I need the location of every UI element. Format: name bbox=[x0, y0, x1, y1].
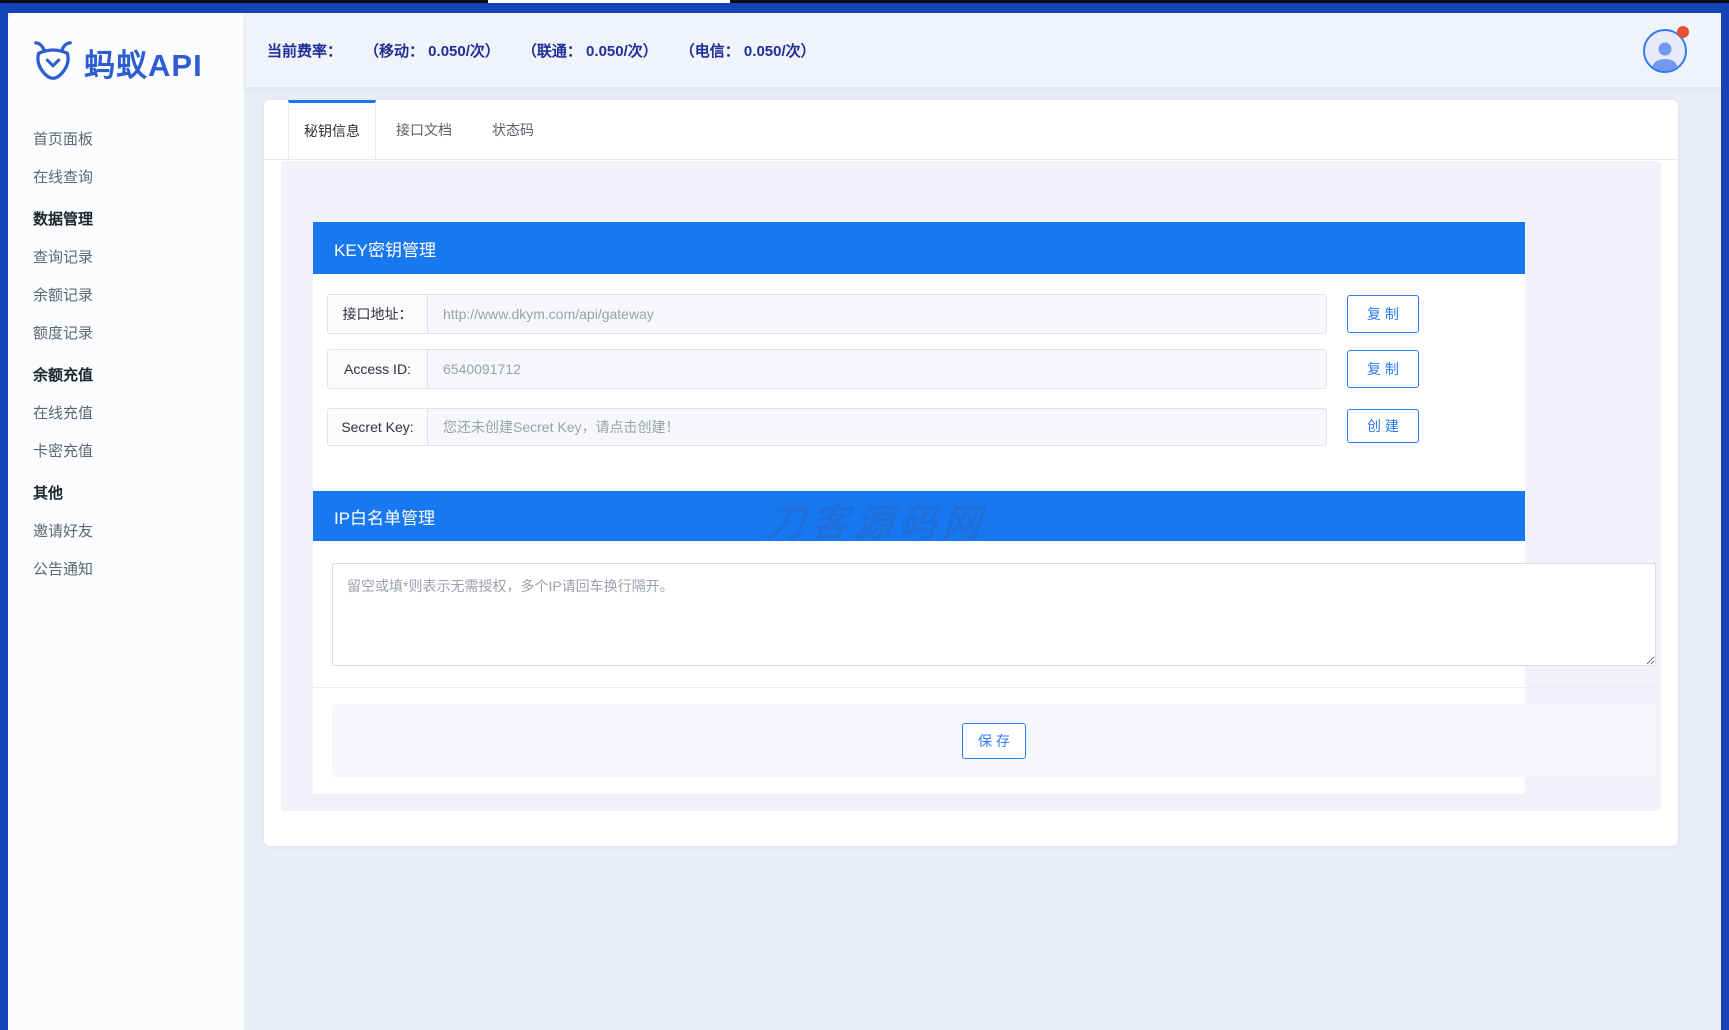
tab-api-docs[interactable]: 接口文档 bbox=[376, 100, 472, 159]
ip-whitelist-header: IP白名单管理 bbox=[313, 491, 1525, 541]
key-management-header: KEY密钥管理 bbox=[313, 222, 1525, 274]
main-card: 秘钥信息 接口文档 状态码 KEY密钥管理 接口地址： http://www.d… bbox=[264, 100, 1678, 846]
frame-left-bar bbox=[0, 13, 8, 1030]
ip-whitelist-textarea[interactable] bbox=[332, 563, 1656, 666]
notification-badge-dot bbox=[1677, 26, 1689, 38]
access-id-field[interactable]: 6540091712 bbox=[427, 349, 1327, 389]
current-rates: 当前费率： （移动： 0.050/次） （联通： 0.050/次） （电信： 0… bbox=[245, 40, 816, 61]
sidebar-nav: 首页面板 在线查询 数据管理 查询记录 余额记录 额度记录 余额充值 在线充值 … bbox=[8, 121, 244, 589]
access-id-row: Access ID: 6540091712 bbox=[327, 349, 1327, 389]
sidebar-item-dashboard[interactable]: 首页面板 bbox=[8, 121, 244, 159]
sidebar-item-query-records[interactable]: 查询记录 bbox=[8, 239, 244, 277]
sidebar-heading-other: 其他 bbox=[8, 475, 244, 513]
key-management-panel: KEY密钥管理 接口地址： http://www.dkym.com/api/ga… bbox=[313, 274, 1525, 519]
api-url-label: 接口地址： bbox=[327, 294, 427, 334]
sidebar-heading-balance-recharge: 余额充值 bbox=[8, 357, 244, 395]
create-secret-key-button[interactable]: 创 建 bbox=[1347, 409, 1419, 443]
save-button[interactable]: 保 存 bbox=[962, 723, 1026, 759]
user-avatar-wrap bbox=[1643, 29, 1687, 73]
sidebar: 蚂蚁API 首页面板 在线查询 数据管理 查询记录 余额记录 额度记录 余额充值… bbox=[8, 13, 245, 1030]
frame-top-bar bbox=[0, 3, 1729, 13]
copy-access-id-button[interactable]: 复 制 bbox=[1347, 350, 1419, 388]
secret-key-field[interactable]: 您还未创建Secret Key，请点击创建！ bbox=[427, 408, 1327, 446]
tab-content-area: KEY密钥管理 接口地址： http://www.dkym.com/api/ga… bbox=[281, 161, 1661, 811]
sidebar-item-card-recharge[interactable]: 卡密充值 bbox=[8, 433, 244, 471]
tab-key-info[interactable]: 秘钥信息 bbox=[288, 100, 376, 159]
rate-unicom: （联通： 0.050/次） bbox=[522, 40, 658, 61]
secret-key-label: Secret Key: bbox=[327, 408, 427, 446]
api-url-row: 接口地址： http://www.dkym.com/api/gateway bbox=[327, 294, 1327, 334]
access-id-label: Access ID: bbox=[327, 349, 427, 389]
sidebar-item-online-query[interactable]: 在线查询 bbox=[8, 159, 244, 197]
sidebar-item-online-recharge[interactable]: 在线充值 bbox=[8, 395, 244, 433]
sidebar-item-quota-records[interactable]: 额度记录 bbox=[8, 315, 244, 353]
frame-right-bar bbox=[1721, 13, 1729, 1030]
tab-bar: 秘钥信息 接口文档 状态码 bbox=[264, 100, 1678, 160]
app-logo-text: 蚂蚁API bbox=[84, 40, 203, 85]
rate-telecom: （电信： 0.050/次） bbox=[680, 40, 816, 61]
ant-logo-icon bbox=[30, 39, 76, 85]
copy-api-url-button[interactable]: 复 制 bbox=[1347, 295, 1419, 333]
app-logo[interactable]: 蚂蚁API bbox=[8, 13, 244, 85]
ip-whitelist-panel: IP白名单管理 保 存 bbox=[313, 541, 1525, 794]
sidebar-item-invite-friends[interactable]: 邀请好友 bbox=[8, 513, 244, 551]
tab-status-codes[interactable]: 状态码 bbox=[472, 100, 554, 159]
person-icon bbox=[1648, 37, 1682, 71]
secret-key-row: Secret Key: 您还未创建Secret Key，请点击创建！ bbox=[327, 408, 1327, 446]
api-url-field[interactable]: http://www.dkym.com/api/gateway bbox=[427, 294, 1327, 334]
sidebar-heading-data-management: 数据管理 bbox=[8, 201, 244, 239]
sidebar-item-announcements[interactable]: 公告通知 bbox=[8, 551, 244, 589]
rate-mobile: （移动： 0.050/次） bbox=[364, 40, 500, 61]
top-header: 当前费率： （移动： 0.050/次） （联通： 0.050/次） （电信： 0… bbox=[245, 13, 1721, 88]
rate-label: 当前费率： bbox=[267, 40, 342, 61]
save-button-strip: 保 存 bbox=[332, 704, 1656, 777]
sidebar-item-balance-records[interactable]: 余额记录 bbox=[8, 277, 244, 315]
ip-section-divider bbox=[313, 687, 1656, 688]
